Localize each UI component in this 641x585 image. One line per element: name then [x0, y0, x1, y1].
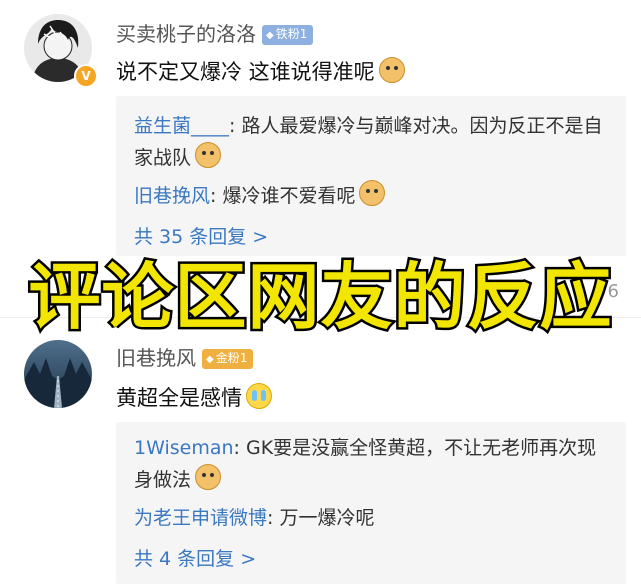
- fan-badge-label: 金粉1: [215, 351, 248, 365]
- more-replies-link[interactable]: 共 35 条回复 >: [134, 222, 268, 249]
- comment-content: 说不定又爆冷 这谁说得准呢: [116, 60, 375, 84]
- diamond-icon: ◆: [266, 30, 274, 41]
- doge-emoji-icon: [195, 464, 222, 490]
- reply-box: 益生菌____: 路人最爱爆冷与巅峰对决。因为反正不是自家战队 旧巷挽风: 爆冷…: [116, 96, 626, 256]
- reply-item[interactable]: 为老王申请微博: 万一爆冷呢: [134, 502, 610, 534]
- comment-content: 黄超全是感情: [116, 386, 242, 410]
- fan-badge-label: 铁粉1: [275, 27, 308, 41]
- comment-text: 黄超全是感情: [116, 382, 272, 412]
- fan-badge: ◆ 金粉1: [202, 349, 254, 369]
- fan-badge: ◆ 铁粉1: [262, 25, 314, 45]
- overlay-caption: 评论区网友的反应: [26, 253, 614, 342]
- comment-username[interactable]: 买卖桃子的洛洛 ◆ 铁粉1: [116, 18, 314, 47]
- reply-item[interactable]: 益生菌____: 路人最爱爆冷与巅峰对决。因为反正不是自家战队: [134, 110, 610, 174]
- reply-username[interactable]: 为老王申请微博: [134, 507, 267, 529]
- doge-emoji-icon: [359, 180, 386, 206]
- doge-emoji-icon: [378, 57, 405, 83]
- diamond-icon: ◆: [206, 354, 214, 365]
- reply-text: : 爆冷谁不爱看呢: [210, 185, 356, 207]
- comment-username[interactable]: 旧巷挽风 ◆ 金粉1: [116, 342, 254, 371]
- reply-username[interactable]: 益生菌____: [134, 115, 229, 137]
- reply-username[interactable]: 1Wiseman: [134, 437, 234, 459]
- verified-badge-icon: V: [74, 64, 98, 88]
- reply-text: : 万一爆冷呢: [267, 507, 375, 529]
- more-replies-link[interactable]: 共 4 条回复 >: [134, 544, 256, 571]
- avatar-image: [24, 340, 92, 408]
- reply-item[interactable]: 1Wiseman: GK要是没赢全怪黄超，不让无老师再次现身做法: [134, 432, 610, 496]
- crying-emoji-icon: [246, 383, 272, 409]
- doge-emoji-icon: [195, 142, 222, 168]
- reply-item[interactable]: 旧巷挽风: 爆冷谁不爱看呢: [134, 180, 610, 212]
- comment-item: 旧巷挽风 ◆ 金粉1 黄超全是感情 1Wiseman: GK要是没赢全怪黄超，不让无…: [0, 318, 641, 585]
- reply-username[interactable]: 旧巷挽风: [134, 185, 210, 207]
- username-text[interactable]: 买卖桃子的洛洛: [116, 22, 256, 46]
- comment-text: 说不定又爆冷 这谁说得准呢: [116, 56, 405, 86]
- reply-box: 1Wiseman: GK要是没赢全怪黄超，不让无老师再次现身做法 为老王申请微博…: [116, 422, 626, 584]
- avatar[interactable]: [24, 340, 92, 408]
- username-text[interactable]: 旧巷挽风: [116, 346, 196, 370]
